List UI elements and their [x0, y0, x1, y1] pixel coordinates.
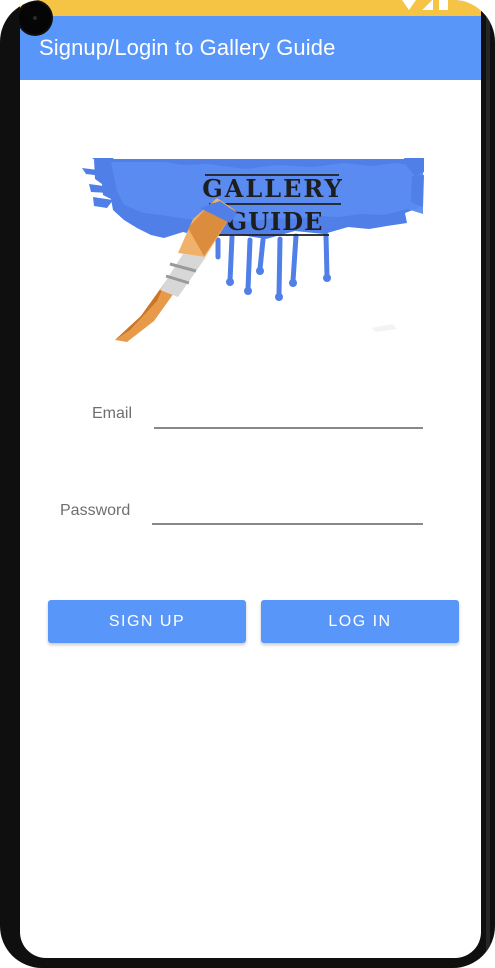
front-camera-icon — [19, 2, 51, 34]
svg-text:GUIDE: GUIDE — [227, 207, 324, 236]
camera-lens — [30, 13, 40, 23]
status-icons — [398, 0, 448, 10]
app-bar: Signup/Login to Gallery Guide — [20, 16, 481, 80]
password-label: Password — [60, 502, 131, 519]
gallery-guide-logo: GALLERY GUIDE — [82, 158, 424, 342]
svg-text:GALLERY: GALLERY — [202, 174, 344, 203]
page-title: Signup/Login to Gallery Guide — [39, 35, 336, 60]
email-field[interactable] — [154, 399, 423, 429]
status-bar — [20, 0, 481, 16]
phone-frame: Signup/Login to Gallery Guide GALLERY GU… — [0, 0, 495, 968]
password-field[interactable] — [152, 495, 423, 525]
battery-icon — [439, 0, 448, 10]
log-in-button[interactable]: LOG IN — [261, 600, 459, 643]
wifi-icon — [402, 0, 416, 10]
app-screen: Signup/Login to Gallery Guide GALLERY GU… — [20, 0, 481, 958]
email-label: Email — [92, 405, 133, 422]
sign-up-button[interactable]: SIGN UP — [48, 600, 246, 643]
phone-edge — [486, 0, 490, 968]
signal-icon — [422, 0, 433, 10]
